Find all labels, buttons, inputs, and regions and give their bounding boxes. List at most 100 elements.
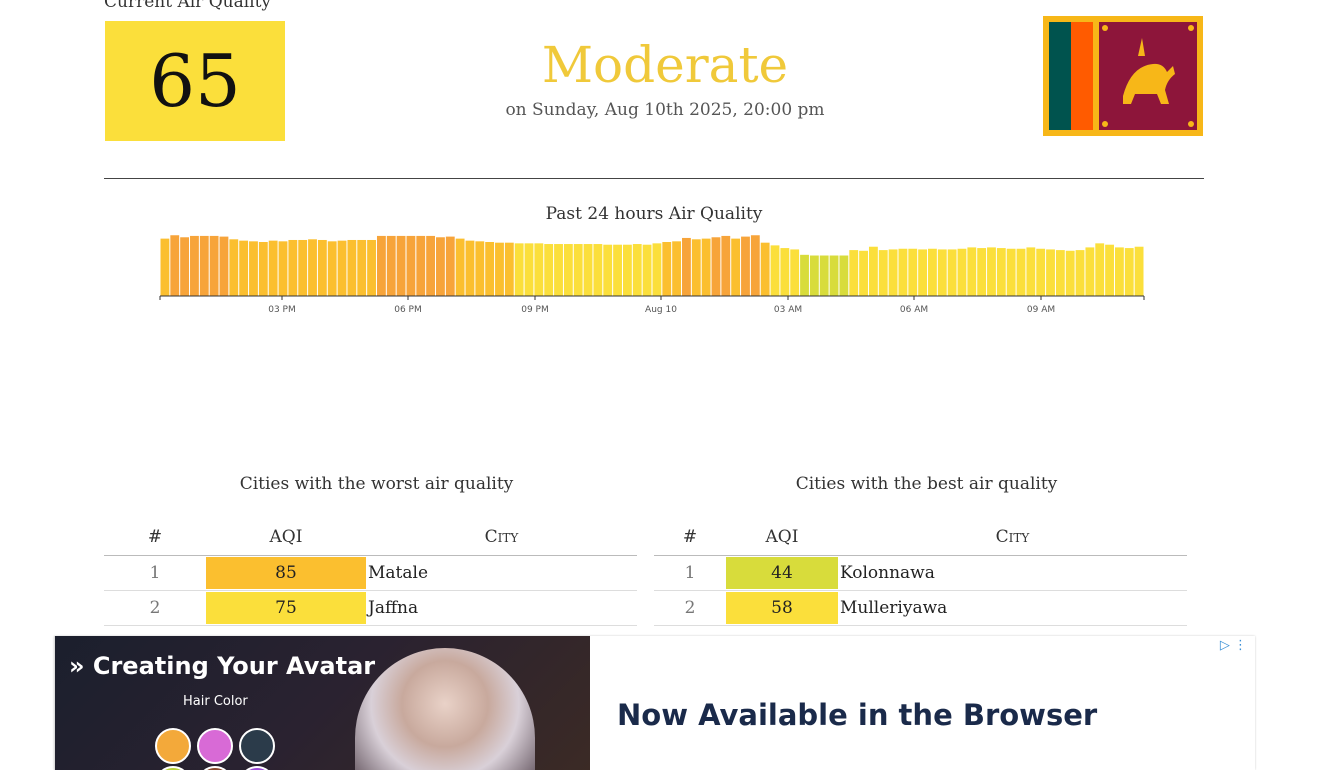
chart-bar: [160, 238, 170, 296]
chart-bar: [878, 250, 888, 296]
aqi-24h-bar-chart: 03 PM 06 PM 09 PM Aug 10 03 AM 06 AM 09 AM: [159, 235, 1145, 315]
ad-image[interactable]: » Creating Your Avatar Hair Color: [55, 636, 590, 770]
chart-bar: [544, 244, 554, 296]
chart-bar: [249, 241, 258, 296]
chart-bar: [996, 248, 1006, 296]
x-tick-label: Aug 10: [645, 305, 677, 315]
chart-bar: [180, 237, 190, 296]
city-link[interactable]: Jaffna: [366, 590, 637, 626]
chart-bar: [367, 239, 376, 296]
chart-bar: [1075, 250, 1085, 296]
x-tick-label: 03 AM: [774, 305, 802, 315]
aqi-badge: 85: [206, 557, 366, 589]
color-swatch[interactable]: [155, 728, 191, 764]
chart-bar: [790, 249, 800, 296]
chart-bar: [947, 249, 957, 296]
table-row[interactable]: 2 58 Mulleriyawa: [654, 590, 1187, 626]
chart-bar: [534, 243, 544, 296]
chart-bar: [317, 239, 327, 296]
chart-bar: [652, 243, 662, 296]
chart-bar: [898, 248, 908, 296]
chart-title: Past 24 hours Air Quality: [545, 204, 763, 224]
chart-bar: [436, 237, 445, 296]
ad-subtitle: Hair Color: [183, 694, 248, 709]
aqi-cell: 85: [206, 555, 366, 591]
chart-bar: [554, 244, 563, 296]
worst-cities-table: # AQI City 1 85 Matale 2 75 Jaffna: [104, 519, 637, 626]
x-tick-label: 06 AM: [900, 305, 928, 315]
chart-bar: [278, 241, 288, 296]
table-row[interactable]: 1 44 Kolonnawa: [654, 555, 1187, 591]
chart-bar: [829, 255, 839, 296]
chart-bar: [918, 249, 928, 296]
city-link[interactable]: Kolonnawa: [838, 555, 1187, 591]
chart-bar: [1036, 248, 1046, 296]
chart-bar: [1124, 248, 1134, 296]
chart-bar: [1055, 250, 1065, 296]
chart-bar: [514, 243, 524, 296]
chart-bar: [839, 255, 849, 296]
chart-bar: [1134, 246, 1144, 296]
chart-bar: [760, 242, 770, 296]
chart-bar: [593, 244, 603, 296]
ad-choices-icon[interactable]: ▷ ⋮: [1220, 638, 1247, 653]
chart-bar: [396, 235, 406, 296]
chart-bar: [475, 241, 485, 296]
chart-bar: [298, 239, 308, 296]
color-swatch[interactable]: [155, 766, 191, 770]
chart-bar: [731, 238, 741, 296]
chart-bar: [809, 255, 819, 296]
rank-cell: 1: [104, 555, 206, 591]
city-link[interactable]: Matale: [366, 555, 637, 591]
chart-bar: [819, 255, 829, 296]
chart-bar: [288, 239, 298, 296]
chart-bar: [888, 249, 898, 296]
chart-bar: [908, 248, 918, 296]
city-link[interactable]: Mulleriyawa: [838, 590, 1187, 626]
chart-bar: [957, 248, 967, 296]
chart-bar: [780, 248, 790, 296]
chart-bar: [613, 244, 622, 296]
color-swatch[interactable]: [197, 766, 233, 770]
chart-bar: [721, 235, 731, 296]
chart-bar: [229, 239, 239, 296]
chart-bar: [1095, 243, 1105, 296]
color-swatch[interactable]: [239, 728, 275, 764]
chart-bar: [445, 236, 455, 296]
rank-header: #: [654, 519, 726, 556]
chart-bar: [800, 254, 809, 296]
ad-headline: » Creating Your Avatar: [69, 652, 376, 680]
chart-bar: [1016, 248, 1026, 296]
table-row[interactable]: 2 75 Jaffna: [104, 590, 637, 626]
chart-bar: [573, 244, 583, 296]
worst-cities-title: Cities with the worst air quality: [239, 474, 514, 494]
chart-bar: [465, 240, 475, 296]
chart-bar: [1006, 248, 1016, 296]
aqi-header: AQI: [726, 519, 838, 556]
chart-bar: [672, 241, 682, 296]
chart-bar: [347, 239, 357, 296]
chart-bar: [967, 247, 977, 296]
color-swatch[interactable]: [197, 728, 233, 764]
chart-bar: [583, 244, 593, 296]
chart-bar: [849, 250, 859, 296]
chart-bar: [868, 246, 878, 296]
chart-bar: [357, 239, 367, 296]
avatar-image: [355, 648, 535, 770]
table-row[interactable]: 1 85 Matale: [104, 555, 637, 591]
advertisement[interactable]: » Creating Your Avatar Hair Color Now Av…: [54, 636, 1255, 770]
chart-bar: [268, 240, 278, 296]
chart-bar: [1026, 247, 1036, 296]
x-tick-label: 09 PM: [521, 305, 549, 315]
aqi-header: AQI: [206, 519, 366, 556]
chart-bar: [1065, 250, 1075, 296]
chart-bar: [622, 244, 632, 296]
chart-bar: [239, 240, 249, 296]
chart-bar: [495, 242, 504, 296]
chart-bar: [426, 235, 436, 296]
ad-text[interactable]: Now Available in the Browser: [617, 698, 1097, 732]
chart-bar: [455, 238, 465, 296]
city-header: City: [838, 519, 1187, 556]
color-swatch[interactable]: [239, 766, 275, 770]
rank-cell: 2: [654, 590, 726, 626]
